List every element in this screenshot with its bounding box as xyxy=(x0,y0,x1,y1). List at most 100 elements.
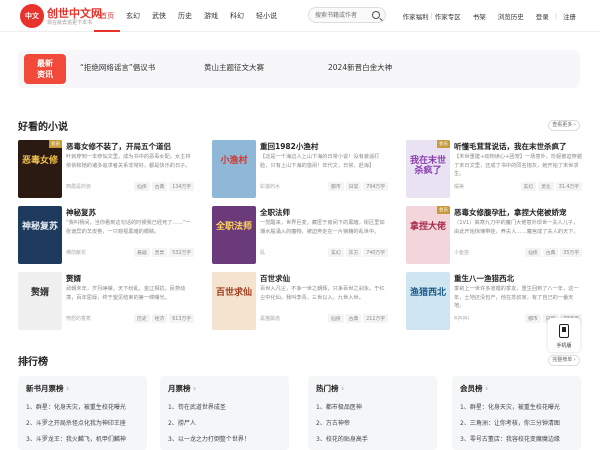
ranking-item[interactable]: 3、以一龙之力打倒整个世界！ xyxy=(168,434,288,443)
book-title[interactable]: 百世求仙 xyxy=(260,273,290,284)
book-title[interactable]: 恶毒女修腹孕肚，拿捏大佬被娇宠 xyxy=(454,207,567,218)
book-title[interactable]: 全职法师 xyxy=(260,207,290,218)
news-item[interactable]: 2024新晋白金大神 xyxy=(328,62,392,73)
ranking-title[interactable]: 热门榜 › xyxy=(316,383,344,394)
news-item[interactable]: “拒绝网络谣言”倡议书 xyxy=(80,62,155,73)
book-tag: 都市 xyxy=(328,182,344,191)
book-card[interactable]: 拿捏大佬 会员 恶毒女修腹孕肚，拿捏大佬被娇宠 （1V1）高寒九刀中的魔门大佬意外现世… xyxy=(406,206,586,264)
chevron-right-icon: › xyxy=(66,384,70,393)
book-cover-title: 全职法师 xyxy=(215,222,252,232)
full-ranking-button[interactable]: 完整榜单 › xyxy=(548,355,580,366)
book-tag: 都市 xyxy=(525,314,541,323)
book-title[interactable]: 恶毒女修不装了，开局五个道侣 xyxy=(66,141,171,152)
nav-home[interactable]: 首页 xyxy=(94,0,120,32)
book-author[interactable]: 小鱼苗 xyxy=(454,249,469,256)
book-tag: 仙侠 xyxy=(328,314,344,323)
book-description: 百世入凡尘，不争一世之朝辉，只争百世之刹永。于红尘中化仙，我叫李青，三世以入，九… xyxy=(260,286,385,301)
book-title[interactable]: 重回1982小渔村 xyxy=(260,141,318,152)
nav-scifi[interactable]: 科幻 xyxy=(224,0,250,32)
link-bookshelf[interactable]: 书架 xyxy=(467,11,492,21)
book-tags: 仙侠 古典 134万字 xyxy=(132,182,194,191)
book-author[interactable]: 彩莲的水 xyxy=(260,183,280,190)
logo-subtitle: 现在就去追更下本书 xyxy=(47,20,93,26)
book-meta: 彩莲的水 都市 日常 794万字 xyxy=(260,182,388,191)
ranking-item[interactable]: 2、万古神帝 xyxy=(316,418,436,427)
link-history[interactable]: 浏览历史 xyxy=(492,11,530,21)
book-author[interactable]: 乱 xyxy=(260,249,265,256)
book-cover[interactable]: 渔猎西北 xyxy=(406,272,450,330)
nav-light-novel[interactable]: 轻小说 xyxy=(250,0,283,32)
book-tags: 仙侠 古典 211万字 xyxy=(326,314,388,323)
book-card[interactable]: 赘婿 赘婿 武朝末年，岁月峥嵘，天下纷乱，金辽相抗，民势动荡，百年屈辱，终于望见结束… xyxy=(18,272,198,330)
book-tag: 玄幻 xyxy=(328,248,344,257)
book-card[interactable]: 恶毒女修 会员 恶毒女修不装了，开局五个道侣 叶就穿到一本修仙文里，成为书中的恶毒女配… xyxy=(18,140,198,198)
ranking-title[interactable]: 月票榜 › xyxy=(168,383,196,394)
book-cover[interactable]: 小渔村 xyxy=(212,140,256,198)
mobile-version-button[interactable]: 手机版 xyxy=(548,318,580,352)
book-tag: 古典 xyxy=(151,182,168,191)
link-login[interactable]: 登录 xyxy=(530,11,555,21)
book-author[interactable]: 愤怒的香蕉 xyxy=(66,315,91,322)
view-more-button[interactable]: 查看更多 › xyxy=(548,120,580,131)
book-author[interactable]: 叫叫叫 xyxy=(454,315,469,322)
nav-game[interactable]: 游戏 xyxy=(198,0,224,32)
ranking-item[interactable]: 1、群星：化身天灾，被重生校花曝光 xyxy=(26,402,146,411)
book-card[interactable]: 我在末世杀疯了 会员 听懂毛茸茸说话，我在末世杀疯了【末世重建+动物读心+团宠】一场… xyxy=(406,140,586,198)
book-cover[interactable]: 赘婿 xyxy=(18,272,62,330)
ranking-title[interactable]: 新书月票榜 › xyxy=(26,383,69,394)
ranking-item[interactable]: 3、斗罗龙王：我火麟飞，机甲们麟神 xyxy=(26,434,146,443)
ranking-item[interactable]: 1、群星：化身天灾，被重生校花曝光 xyxy=(460,402,580,411)
book-word-count: 31.4万字 xyxy=(555,182,582,191)
search-input[interactable] xyxy=(315,10,371,21)
link-author-zone[interactable]: 作家专区 xyxy=(433,11,467,21)
ranking-item[interactable]: 1、都市极品医神 xyxy=(316,402,436,411)
book-word-count: 211万字 xyxy=(363,314,388,323)
book-cover[interactable]: 拿捏大佬 会员 xyxy=(406,206,450,264)
search-icon[interactable] xyxy=(372,11,380,19)
book-author[interactable]: 黑猫飘逸 xyxy=(260,315,280,322)
ranking-item[interactable]: 3、校花的贴身高手 xyxy=(316,434,436,443)
book-description: 【末世重建+动物读心+团宠】一场意外，珍妮被迫穿越了末日文里，还成了书中的同名炮… xyxy=(454,154,582,177)
book-card[interactable]: 全职法师 全职法师 一觉醒来，世界巨变。藏匿于房间下的黑暗，街区里如潮水般涌入的魔物… xyxy=(212,206,392,264)
vip-badge: 会员 xyxy=(437,206,450,214)
book-author[interactable]: 西霞是的兽 xyxy=(66,183,91,190)
book-title[interactable]: 赘婿 xyxy=(66,273,81,284)
book-card[interactable]: 神秘复苏 神秘复苏 “我叫杨间，当你看到这句话的时候我已经死了……”一张诡异的羊皮卷… xyxy=(18,206,198,264)
book-cover-title: 恶毒女修 xyxy=(21,156,58,166)
book-tag: 玄幻 xyxy=(520,182,537,191)
book-word-count: 740万字 xyxy=(363,248,388,257)
nav-history[interactable]: 历史 xyxy=(172,0,198,32)
ranking-item[interactable]: 3、零号古董店：我容校花变魔魔边缘 xyxy=(460,434,580,443)
book-cover[interactable]: 百世求仙 xyxy=(212,272,256,330)
nav-wuxia[interactable]: 武侠 xyxy=(146,0,172,32)
book-description: 武朝末年，岁月峥嵘，天下纷乱，金辽相抗，民势动荡，百年屈辱，终于望见结束的第一缕… xyxy=(66,286,186,301)
book-cover[interactable]: 全职法师 xyxy=(212,206,256,264)
book-word-count: 134万字 xyxy=(169,182,194,191)
book-title[interactable]: 重生八一渔猎西北 xyxy=(454,273,514,284)
book-author[interactable]: 佛前献花 xyxy=(66,249,86,256)
ranking-item[interactable]: 2、捞尸人 xyxy=(168,418,288,427)
nav-xuanhuan[interactable]: 玄幻 xyxy=(120,0,146,32)
book-tags: 玄幻 灵化 31.4万字 xyxy=(519,182,582,191)
ranking-title[interactable]: 会员榜 › xyxy=(460,383,488,394)
book-tags: 仙侠 古典 35万字 xyxy=(523,248,582,257)
ranking-item[interactable]: 2、斗罗之开局杀怪点化我为神印王座 xyxy=(26,418,146,427)
book-description: “我叫杨间，当你看到这句话的时候我已经死了……”一张诡异的羊皮卷，一只窥视黑暗的… xyxy=(66,220,191,235)
ranking-item[interactable]: 2、三角洲：让你考核，你三分钟清图 xyxy=(460,418,580,427)
ranking-item[interactable]: 1、苟在武道世界成圣 xyxy=(168,402,288,411)
link-author-welfare[interactable]: 作家福利 xyxy=(397,11,431,21)
link-register[interactable]: 注册 xyxy=(557,11,582,21)
news-item[interactable]: 黄山主题征文大赛 xyxy=(204,62,264,73)
book-card[interactable]: 小渔村 重回1982小渔村 【这是一个海边人上山下海的日常小说！没有装逼打脸，只有上… xyxy=(212,140,392,198)
site-logo[interactable]: 中文 创世中文网 现在就去追更下本书 xyxy=(20,4,102,28)
book-author[interactable]: 橘美 xyxy=(454,183,464,190)
book-tags: 悬疑 灵异 532万字 xyxy=(132,248,194,257)
book-tags: 历史 经济 613万字 xyxy=(132,314,194,323)
book-cover[interactable]: 神秘复苏 xyxy=(18,206,62,264)
book-cover[interactable]: 恶毒女修 会员 xyxy=(18,140,62,198)
book-meta: 佛前献花 悬疑 灵异 532万字 xyxy=(66,248,194,257)
book-cover[interactable]: 我在末世杀疯了 会员 xyxy=(406,140,450,198)
book-title[interactable]: 听懂毛茸茸说话，我在末世杀疯了 xyxy=(454,141,567,152)
book-title[interactable]: 神秘复苏 xyxy=(66,207,96,218)
book-card[interactable]: 百世求仙 百世求仙 百世入凡尘，不争一世之朝辉，只争百世之刹永。于红尘中化仙，我叫李… xyxy=(212,272,392,330)
